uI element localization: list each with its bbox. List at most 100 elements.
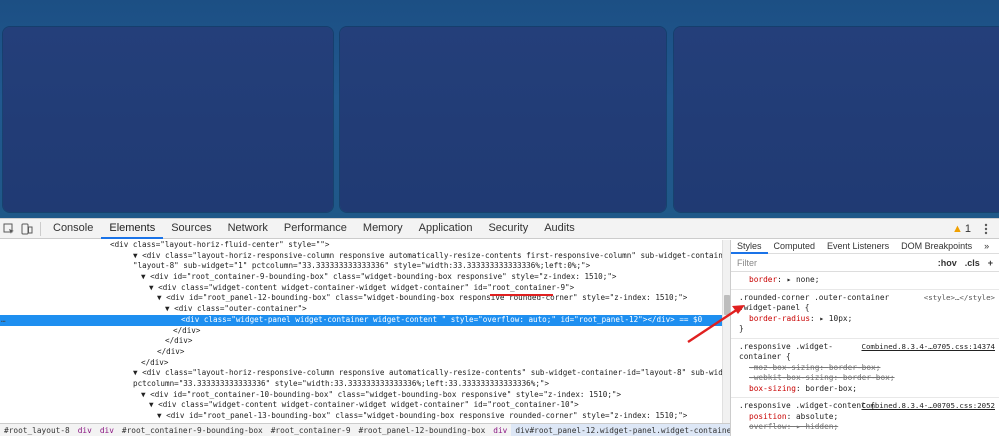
hover-state-toggle[interactable]: :hov <box>938 258 957 268</box>
tree-node[interactable]: ▼ <div id="root_panel-13-bounding-box" c… <box>0 411 722 422</box>
devtools-tab-bar: Console Elements Sources Network Perform… <box>0 219 730 239</box>
tree-node-text: ▼ <div class="widget-content widget-cont… <box>149 400 579 410</box>
style-rule[interactable]: border: ▸ none; <box>731 272 999 290</box>
warning-badge[interactable]: ▲ 1 <box>952 223 971 235</box>
property-name[interactable]: position <box>749 412 787 421</box>
property-name[interactable]: border-radius <box>749 314 810 323</box>
widget-panel-3[interactable] <box>674 27 999 212</box>
tree-node[interactable]: </div> <box>0 358 722 369</box>
tree-node-text: ▼ <div class="layout-horiz-responsive-co… <box>133 368 722 378</box>
rule-source-link[interactable]: Combined.8.3.4-…00705.css:2052 <box>862 401 996 412</box>
tree-node[interactable]: </div> <box>0 326 722 337</box>
new-rule-button[interactable]: + <box>988 258 993 268</box>
breadcrumb-item[interactable]: #root_container-9 <box>267 424 355 436</box>
property-value[interactable]: border-box; <box>805 384 857 393</box>
breadcrumb-item[interactable]: #root_layout-8 <box>0 424 74 436</box>
tree-node-text: </div> <box>165 336 193 346</box>
tree-node-text: </div> <box>141 357 169 367</box>
tree-node[interactable]: ▼ <div id="root_container-9-bounding-box… <box>0 272 722 283</box>
tree-node[interactable]: </div> <box>0 347 722 358</box>
property-value[interactable]: ▸ hidden; <box>796 422 838 431</box>
breadcrumb-item[interactable]: #root_panel-12-bounding-box <box>355 424 490 436</box>
style-rule[interactable]: Combined.8.3.4-…00705.css:2052 .responsi… <box>731 398 999 436</box>
device-toolbar-icon[interactable] <box>18 220 36 238</box>
property-name[interactable]: overflow <box>749 422 787 431</box>
breadcrumb-item[interactable]: div <box>489 424 511 436</box>
elements-tree[interactable]: <div class="layout-horiz-fluid-center" s… <box>0 240 722 423</box>
tree-node[interactable]: ▼ <div class="widget-content widget-cont… <box>0 400 722 411</box>
warning-count: 1 <box>964 222 971 235</box>
class-toggle[interactable]: .cls <box>965 258 980 268</box>
breadcrumb-item[interactable]: #root_container-9-bounding-box <box>118 424 267 436</box>
property-name[interactable]: box-sizing <box>749 384 796 393</box>
tree-node-text: <div class="layout-horiz-fluid-center" s… <box>110 240 330 249</box>
tab-computed[interactable]: Computed <box>768 240 822 254</box>
tab-sources[interactable]: Sources <box>163 219 219 239</box>
property-name[interactable]: -moz-box-sizing <box>749 363 819 372</box>
tree-node-text: ▼ <div class="layout-horiz-responsive-co… <box>133 250 722 260</box>
property-value[interactable]: border-box; <box>829 363 881 372</box>
tab-memory[interactable]: Memory <box>355 219 411 239</box>
devtools-panel: Console Elements Sources Network Perform… <box>0 218 999 436</box>
tree-node[interactable]: ▼ <div id="root_panel-12-bounding-box" c… <box>0 293 722 304</box>
style-rule[interactable]: Combined.8.3.4-…0705.css:14374 .responsi… <box>731 339 999 398</box>
styles-filter-bar: Filter :hov .cls + <box>731 254 999 272</box>
breadcrumb-item[interactable]: div <box>96 424 118 436</box>
styles-sidebar: Styles Computed Event Listeners DOM Brea… <box>730 240 999 436</box>
more-tabs-icon[interactable]: » <box>978 240 995 254</box>
breadcrumb-item-current[interactable]: div#root_panel-12.widget-panel.widget-co… <box>511 424 730 436</box>
tab-event-listeners[interactable]: Event Listeners <box>821 240 895 254</box>
property-name[interactable]: -webkit-box-sizing <box>749 373 834 382</box>
elements-scrollbar[interactable] <box>722 240 730 423</box>
tree-node[interactable]: ▼ <div id="root_container-10-bounding-bo… <box>0 390 722 401</box>
tab-console[interactable]: Console <box>45 219 101 239</box>
page-preview <box>0 0 999 218</box>
breadcrumb-item[interactable]: div <box>74 424 96 436</box>
more-options-icon[interactable] <box>977 220 995 238</box>
tree-node-text: "layout-8" sub-widget="1" pctcolumn="33.… <box>133 261 591 271</box>
tree-node[interactable]: ▼ <div class="layout-horiz-responsive-co… <box>0 368 722 379</box>
tree-node-text: <div class="widget-panel widget-containe… <box>181 314 703 324</box>
tree-node-text: ▼ <div id="root_container-10-bounding-bo… <box>141 389 622 399</box>
tab-divider <box>40 221 41 236</box>
tab-application[interactable]: Application <box>411 219 481 239</box>
selected-tree-node[interactable]: … <div class="widget-panel widget-contain… <box>0 314 722 326</box>
dom-breadcrumb: #root_layout-8 div div #root_container-9… <box>0 423 730 436</box>
tree-node-text: ▼ <div id="root_panel-12-bounding-box" c… <box>157 293 688 303</box>
widget-panel-1[interactable] <box>3 27 333 212</box>
selection-marker: … <box>1 314 6 324</box>
tree-node-text: pctcolumn="33.333333333333336" style="wi… <box>133 378 550 388</box>
filter-input[interactable]: Filter <box>737 258 930 268</box>
style-rule[interactable]: <style>…</style> .rounded-corner .outer-… <box>731 290 999 339</box>
property-value[interactable]: border-box; <box>843 373 895 382</box>
tree-node[interactable]: <div class="layout-horiz-fluid-center" s… <box>0 240 722 251</box>
tab-security[interactable]: Security <box>480 219 536 239</box>
tab-dom-breakpoints[interactable]: DOM Breakpoints <box>895 240 978 254</box>
tree-node-text: ▼ <div id="root_panel-13-bounding-box" c… <box>157 411 688 420</box>
tab-elements[interactable]: Elements <box>101 219 164 239</box>
rule-source-link[interactable]: Combined.8.3.4-…0705.css:14374 <box>862 342 996 353</box>
devtools-right-controls: ▲ 1 <box>730 219 999 239</box>
property-value[interactable]: ▸ 10px; <box>819 314 852 323</box>
property-name[interactable]: border <box>749 275 777 284</box>
tree-node[interactable]: ▼ <div class="layout-horiz-responsive-co… <box>0 251 722 262</box>
tab-styles[interactable]: Styles <box>731 240 768 254</box>
tree-node[interactable]: pctcolumn="33.333333333333336" style="wi… <box>0 379 722 390</box>
property-value[interactable]: absolute; <box>796 412 838 421</box>
rule-close: } <box>739 324 744 333</box>
tab-audits[interactable]: Audits <box>536 219 583 239</box>
inspect-element-icon[interactable] <box>0 220 18 238</box>
tree-node[interactable]: ▼ <div class="outer-container"> <box>0 304 722 315</box>
tree-node-text: </div> <box>173 325 201 335</box>
widget-panel-2[interactable] <box>340 27 666 212</box>
property-value[interactable]: ▸ none; <box>787 275 820 284</box>
tree-node[interactable]: ▼ <div class="widget-content widget-cont… <box>0 283 722 294</box>
rule-source[interactable]: <style>…</style> <box>924 293 995 304</box>
tree-node-text: ▼ <div id="root_container-9-bounding-box… <box>141 272 617 282</box>
tab-network[interactable]: Network <box>220 219 276 239</box>
tree-node-text: ▼ <div class="outer-container"> <box>165 304 307 314</box>
tab-performance[interactable]: Performance <box>276 219 355 239</box>
tree-node[interactable]: </div> <box>0 336 722 347</box>
warning-icon: ▲ <box>951 222 963 235</box>
tree-node[interactable]: "layout-8" sub-widget="1" pctcolumn="33.… <box>0 261 722 272</box>
